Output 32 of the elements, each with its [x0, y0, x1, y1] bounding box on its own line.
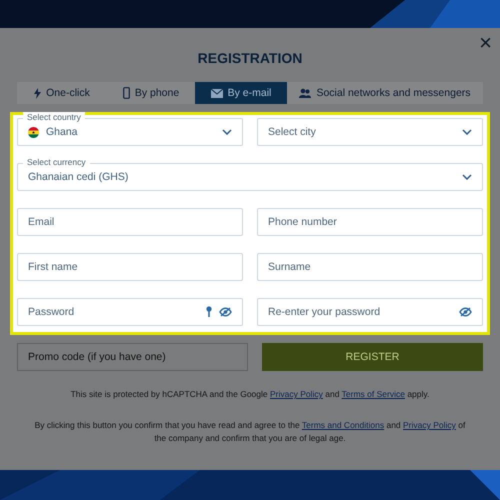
password-field[interactable]: Password	[17, 298, 243, 326]
chevron-icon	[462, 129, 472, 135]
floating-label: Select country	[23, 112, 85, 122]
tab[interactable]: Social networks and messengers	[287, 82, 483, 104]
tab[interactable]: One-click	[17, 82, 107, 104]
password-field[interactable]: Re-enter your password	[257, 298, 483, 326]
link[interactable]: Privacy Policy	[403, 420, 456, 430]
input-field[interactable]: Phone number	[257, 208, 483, 236]
promo-code-field[interactable]: Promo code (if you have one)	[17, 343, 248, 371]
input-field[interactable]: Email	[17, 208, 243, 236]
input-field[interactable]: Surname	[257, 253, 483, 281]
eye-slash-icon[interactable]	[459, 307, 472, 317]
link[interactable]: Privacy Policy	[270, 389, 323, 399]
people-icon	[299, 88, 312, 98]
select-field[interactable]: Select city	[257, 118, 483, 146]
envelope-icon	[210, 88, 223, 98]
eye-slash-icon[interactable]	[219, 307, 232, 317]
key-icon[interactable]	[206, 306, 212, 318]
legal-note: This site is protected by hCAPTCHA and the Google Privacy Policy and Terms of Service apply.	[70, 388, 430, 401]
lightning-icon	[34, 88, 42, 98]
link[interactable]: Terms and Conditions	[302, 420, 384, 430]
modal-title: REGISTRATION	[198, 49, 302, 68]
chevron-icon	[462, 174, 472, 180]
legal-note: By clicking this button you confirm that you have read and agree to the Terms and Conditions and Privacy Policy of the company and confirm that you are of legal age.	[34, 419, 466, 445]
input-field[interactable]: First name	[17, 253, 243, 281]
tab[interactable]: By e-mail	[195, 82, 287, 104]
tab[interactable]: By phone	[107, 82, 195, 104]
phone-icon	[122, 87, 130, 99]
chevron-icon	[222, 129, 232, 135]
link[interactable]: Terms of Service	[342, 389, 405, 399]
close-button[interactable]: ×	[479, 32, 492, 54]
floating-label: Select currency	[23, 157, 90, 167]
